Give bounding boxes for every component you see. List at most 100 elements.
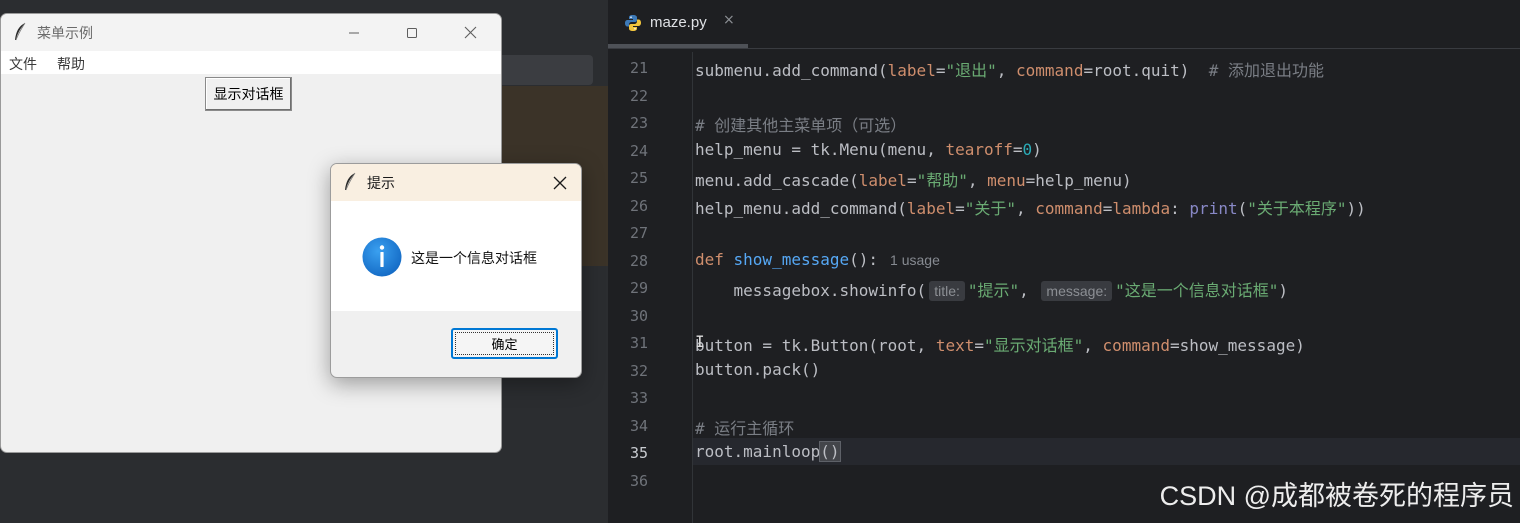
- menu-file[interactable]: 文件: [9, 54, 37, 74]
- code-param: label: [858, 171, 907, 190]
- code-string: "退出": [945, 61, 997, 80]
- code-token: menu.add_cascade(: [695, 171, 859, 190]
- code-param: tearoff: [945, 140, 1013, 159]
- code-param: text: [935, 336, 975, 355]
- menu-help[interactable]: 帮助: [57, 54, 85, 74]
- line-number: 31: [629, 334, 648, 352]
- dialog-body: 这是一个信息对话框: [331, 201, 581, 311]
- code-line-21[interactable]: submenu.add_command(label="退出", command=…: [695, 57, 1324, 81]
- code-token: ():: [849, 250, 879, 269]
- line-number: 25: [629, 169, 648, 187]
- line-number: 27: [629, 224, 648, 242]
- main-window-title: 菜单示例: [37, 25, 93, 41]
- code-number: 0: [1022, 140, 1033, 159]
- code-keyword: def: [695, 250, 734, 269]
- info-icon: [362, 237, 402, 277]
- code-function-name: show_message: [733, 250, 850, 269]
- code-comment: # 创建其他主菜单项（可选）: [695, 116, 907, 135]
- line-number: 32: [629, 362, 648, 380]
- code-token: )): [1346, 199, 1366, 218]
- dialog-title: 提示: [367, 175, 395, 191]
- code-line-23[interactable]: # 创建其他主菜单项（可选）: [695, 112, 906, 136]
- code-token: messagebox.showinfo(: [695, 281, 927, 300]
- code-string: "提示": [967, 281, 1020, 300]
- maximize-button[interactable]: [389, 14, 435, 51]
- line-number: 24: [629, 142, 648, 160]
- code-token: :: [1170, 199, 1190, 218]
- code-param: label: [887, 61, 936, 80]
- code-line-25[interactable]: menu.add_cascade(label="帮助", menu=help_m…: [695, 167, 1132, 191]
- line-number-current: 35: [629, 444, 648, 462]
- dialog-close-button[interactable]: [539, 164, 581, 201]
- show-dialog-button[interactable]: 显示对话框: [205, 77, 292, 111]
- code-string: "关于": [964, 199, 1017, 218]
- text-cursor-ibeam: I: [695, 332, 705, 351]
- code-line-28[interactable]: def show_message(): 1 usage: [695, 250, 940, 269]
- code-token: =: [955, 199, 965, 218]
- editor-tab-bar: maze.py ×: [608, 0, 1520, 49]
- line-number: 30: [629, 307, 648, 325]
- code-token: button.pack(): [695, 360, 821, 379]
- line-number: 33: [629, 389, 648, 407]
- code-line-26[interactable]: help_menu.add_command(label="关于", comman…: [695, 195, 1366, 219]
- code-token: ): [1032, 140, 1042, 159]
- info-dialog[interactable]: 提示 这是一个信息对话框 确定: [330, 163, 582, 378]
- dialog-message: 这是一个信息对话框: [411, 250, 537, 266]
- minimize-button[interactable]: [331, 14, 377, 51]
- code-param: command: [1035, 199, 1103, 218]
- code-token: ,: [996, 61, 1017, 80]
- matched-brackets: (): [819, 441, 841, 462]
- tab-filename: maze.py: [650, 14, 707, 31]
- code-line-34[interactable]: # 运行主循环: [695, 415, 794, 439]
- usage-hint[interactable]: 1 usage: [890, 252, 940, 268]
- code-line-35[interactable]: root.mainloop(): [695, 441, 841, 462]
- active-tab-indicator: [608, 44, 748, 48]
- dialog-titlebar[interactable]: 提示: [331, 164, 581, 201]
- line-number: 26: [629, 197, 648, 215]
- code-line-24[interactable]: help_menu = tk.Menu(menu, tearoff=0): [695, 140, 1042, 159]
- code-token: submenu.add_command(: [695, 61, 888, 80]
- code-token: =show_message): [1169, 336, 1305, 355]
- code-string: "显示对话框": [984, 336, 1084, 355]
- code-comment: # 运行主循环: [695, 419, 795, 438]
- code-editor[interactable]: maze.py × 21 22 23 24 25 26 27 28 29 30 …: [608, 0, 1520, 523]
- code-string: "关于本程序": [1247, 199, 1347, 218]
- code-token: ,: [1019, 281, 1039, 300]
- line-number: 23: [629, 114, 648, 132]
- code-token: =help_menu): [1025, 171, 1132, 190]
- tk-feather-icon: [15, 22, 26, 41]
- main-window-titlebar[interactable]: 菜单示例: [1, 14, 501, 51]
- code-line-31[interactable]: button = tk.Button(root, text="显示对话框", c…: [695, 332, 1305, 356]
- tab-close-icon[interactable]: ×: [723, 12, 735, 28]
- code-param: menu: [987, 171, 1026, 190]
- code-token: root.mainloop: [695, 442, 821, 461]
- minimize-icon: [349, 32, 359, 33]
- code-token: help_menu = tk.Menu(menu,: [695, 140, 946, 159]
- code-token: (: [1237, 199, 1248, 218]
- python-file-icon: [625, 15, 641, 31]
- line-number: 36: [629, 472, 648, 490]
- ide-search-strip: [498, 55, 593, 85]
- code-string: "这是一个信息对话框": [1115, 281, 1279, 300]
- editor-tab-maze-py[interactable]: maze.py ×: [608, 0, 748, 48]
- code-token: ,: [1083, 336, 1103, 355]
- param-inlay-hint: message:: [1041, 281, 1113, 301]
- close-button[interactable]: [447, 14, 493, 51]
- tk-feather-icon: [345, 172, 356, 191]
- line-number-gutter: 21 22 23 24 25 26 27 28 29 30 31 32 33 3…: [608, 52, 693, 523]
- line-number: 34: [629, 417, 648, 435]
- close-icon: [553, 176, 567, 189]
- focus-ring: [455, 332, 554, 355]
- code-line-29[interactable]: messagebox.showinfo(title: "提示", message:…: [695, 277, 1288, 301]
- code-param: label: [906, 199, 956, 218]
- watermark: CSDN @成都被卷死的程序员: [1159, 481, 1514, 511]
- code-token: =: [1012, 140, 1023, 159]
- code-param: command: [1016, 61, 1084, 80]
- code-line-32[interactable]: button.pack(): [695, 360, 820, 379]
- code-comment: # 添加退出功能: [1208, 61, 1324, 80]
- menu-bar: 文件 帮助: [1, 51, 501, 74]
- code-token: help_menu.add_command(: [695, 199, 907, 218]
- ok-button[interactable]: 确定: [451, 328, 558, 359]
- code-token: ): [1278, 281, 1289, 300]
- code-token: =: [974, 336, 984, 355]
